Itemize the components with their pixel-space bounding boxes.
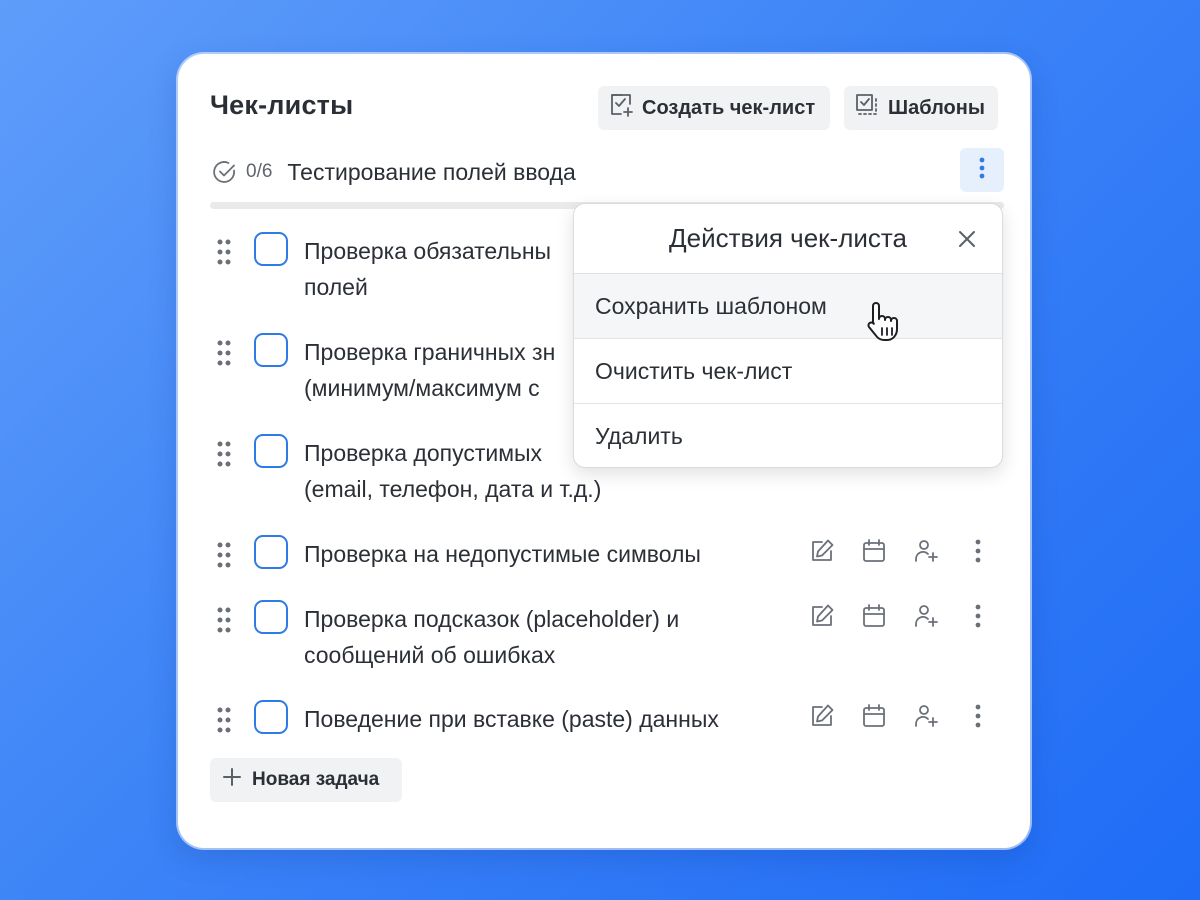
checklist-name[interactable]: Тестирование полей ввода bbox=[287, 159, 575, 186]
template-icon bbox=[854, 92, 880, 124]
task-checkbox[interactable] bbox=[254, 333, 288, 367]
task-title[interactable]: Проверка подсказок (placeholder) и сообщ… bbox=[304, 601, 679, 673]
popup-header: Действия чек-листа bbox=[574, 204, 1002, 274]
checklist-add-icon bbox=[608, 92, 634, 124]
task-checkbox[interactable] bbox=[254, 600, 288, 634]
more-vertical-icon[interactable] bbox=[964, 602, 992, 630]
task-actions bbox=[808, 602, 992, 630]
edit-icon[interactable] bbox=[808, 602, 836, 630]
close-icon[interactable] bbox=[956, 228, 978, 250]
checklist-progress-count: 0/6 bbox=[246, 161, 273, 182]
task-actions bbox=[808, 537, 992, 565]
drag-handle-icon[interactable] bbox=[216, 706, 232, 734]
plus-icon bbox=[222, 767, 242, 793]
task-actions bbox=[808, 702, 992, 730]
add-task-label: Новая задача bbox=[252, 769, 380, 790]
task-title-line: Проверка обязательны bbox=[304, 238, 552, 264]
calendar-icon[interactable] bbox=[860, 602, 888, 630]
checklist-header: 0/6 Тестирование полей ввода bbox=[210, 150, 1004, 194]
task-title-line: (минимум/максимум с bbox=[304, 375, 540, 401]
task-title[interactable]: Проверка допустимых (email, телефон, дат… bbox=[304, 435, 601, 507]
create-checklist-button[interactable]: Создать чек-лист bbox=[598, 86, 830, 130]
task-checkbox[interactable] bbox=[254, 434, 288, 468]
edit-icon[interactable] bbox=[808, 702, 836, 730]
templates-label: Шаблоны bbox=[888, 96, 985, 119]
drag-handle-icon[interactable] bbox=[216, 339, 232, 367]
drag-handle-icon[interactable] bbox=[216, 541, 232, 569]
more-vertical-icon[interactable] bbox=[964, 537, 992, 565]
add-task-button[interactable]: Новая задача bbox=[210, 758, 402, 802]
task-title-line: Проверка на недопустимые символы bbox=[304, 541, 701, 567]
drag-handle-icon[interactable] bbox=[216, 440, 232, 468]
task-title-line: Проверка граничных зн bbox=[304, 339, 556, 365]
task-title-line: полей bbox=[304, 274, 368, 300]
checklist-actions-popup: Действия чек-листа Сохранить шаблоном Оч… bbox=[573, 203, 1003, 468]
drag-handle-icon[interactable] bbox=[216, 606, 232, 634]
more-vertical-icon[interactable] bbox=[964, 702, 992, 730]
task-title[interactable]: Проверка на недопустимые символы bbox=[304, 536, 701, 572]
task-checkbox[interactable] bbox=[254, 700, 288, 734]
page-title: Чек-листы bbox=[210, 90, 354, 120]
menu-item-save-template[interactable]: Сохранить шаблоном bbox=[574, 274, 1002, 339]
menu-item-clear-checklist[interactable]: Очистить чек-лист bbox=[574, 339, 1002, 404]
check-circle-icon bbox=[212, 159, 238, 185]
checklist-more-button[interactable] bbox=[960, 148, 1004, 192]
edit-icon[interactable] bbox=[808, 537, 836, 565]
task-title-line: сообщений об ошибках bbox=[304, 642, 556, 668]
more-vertical-icon bbox=[979, 157, 985, 184]
task-title-line: Поведение при вставке (paste) данных bbox=[304, 706, 719, 732]
calendar-icon[interactable] bbox=[860, 702, 888, 730]
task-checkbox[interactable] bbox=[254, 232, 288, 266]
task-title[interactable]: Поведение при вставке (paste) данных bbox=[304, 701, 719, 737]
popup-title: Действия чек-листа bbox=[669, 223, 907, 253]
drag-handle-icon[interactable] bbox=[216, 238, 232, 266]
task-title[interactable]: Проверка обязательны полей bbox=[304, 233, 551, 305]
task-title-line: Проверка допустимых bbox=[304, 440, 543, 466]
hand-pointer-icon bbox=[865, 299, 905, 343]
create-checklist-label: Создать чек-лист bbox=[642, 96, 816, 119]
task-title-line: Проверка подсказок (placeholder) и bbox=[304, 606, 680, 632]
menu-item-delete[interactable]: Удалить bbox=[574, 404, 1002, 467]
calendar-icon[interactable] bbox=[860, 537, 888, 565]
task-checkbox[interactable] bbox=[254, 535, 288, 569]
assign-user-icon[interactable] bbox=[912, 537, 940, 565]
assign-user-icon[interactable] bbox=[912, 602, 940, 630]
task-title-line: (email, телефон, дата и т.д.) bbox=[304, 476, 602, 502]
assign-user-icon[interactable] bbox=[912, 702, 940, 730]
task-title[interactable]: Проверка граничных зн (минимум/максимум … bbox=[304, 334, 555, 406]
templates-button[interactable]: Шаблоны bbox=[844, 86, 998, 130]
